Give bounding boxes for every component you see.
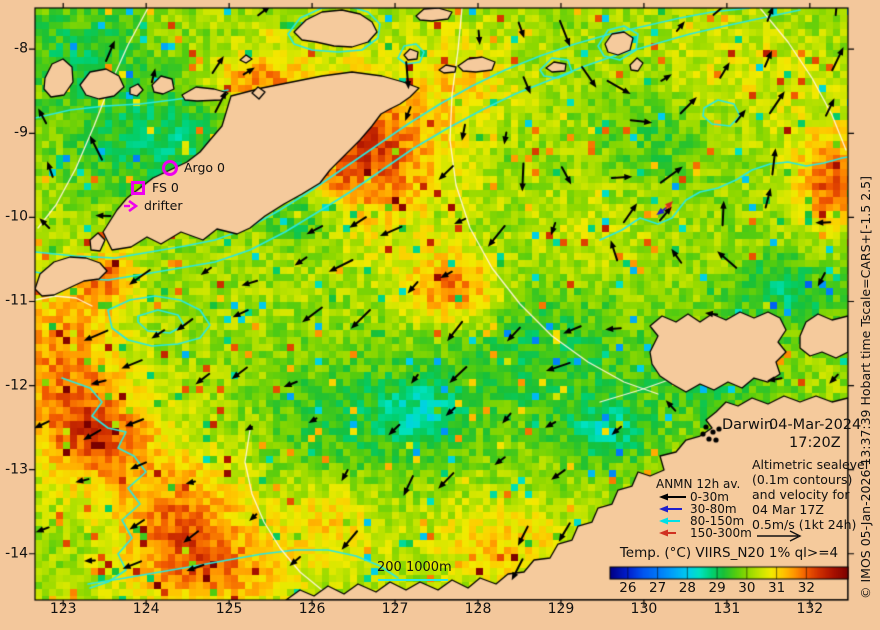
colorbar-tick-label: 29 <box>708 580 726 596</box>
argo-float-icon <box>162 160 178 176</box>
x-tick-label: 125 <box>215 601 243 617</box>
fs-label: FS 0 <box>152 180 179 195</box>
x-tick-label: 130 <box>630 601 658 617</box>
colorbar-tick-label: 30 <box>738 580 756 596</box>
x-tick-label: 132 <box>796 601 824 617</box>
map-time: 17:20Z <box>789 435 841 451</box>
colorbar-tick-label: 28 <box>678 580 696 596</box>
altimetric-text-line: 04 Mar 17Z <box>752 502 824 517</box>
bathymetry-legend-label: 200 1000m <box>377 560 452 575</box>
credit-text: © IMOS 05-Jan-2026 13:37:39 Hobart time … <box>858 176 873 599</box>
altimetric-text-line: Altimetric sealevel <box>752 457 869 472</box>
y-tick-label: -11 <box>5 293 28 310</box>
x-tick-label: 131 <box>713 601 741 617</box>
y-tick-label: -12 <box>5 377 28 394</box>
y-tick-label: -10 <box>5 209 28 226</box>
colorbar-tick-label: 32 <box>797 580 815 596</box>
map-date: 04-Mar-2024 <box>769 417 862 433</box>
place-label-darwin: Darwin <box>722 417 774 433</box>
x-tick-label: 129 <box>547 601 575 617</box>
colorbar-title: Temp. (°C) VIIRS_N20 1% ql>=4 <box>619 545 839 561</box>
x-tick-label: 126 <box>298 601 326 617</box>
altimetric-text-line: and velocity for <box>752 487 850 502</box>
anmn-depth-row: 150-300m <box>658 527 752 540</box>
colorbar-tick-label: 27 <box>649 580 667 596</box>
x-tick-label: 128 <box>464 601 492 617</box>
x-tick-label: 127 <box>381 601 409 617</box>
current-arrow-icon <box>659 529 676 537</box>
altimetric-text-line: (0.1m contours) <box>752 472 853 487</box>
x-tick-label: 123 <box>49 601 77 617</box>
colorbar-tick-label: 31 <box>768 580 786 596</box>
drifter-label: drifter <box>144 198 183 213</box>
fs-mooring-icon <box>131 181 145 195</box>
drifter-icon <box>124 200 138 212</box>
sst-map-figure: 123 124 125 126 127 128 129 130 131 132 -8 -9 -10 -1… <box>0 0 880 630</box>
y-tick-label: -9 <box>14 124 28 141</box>
current-arrow-icon <box>659 505 682 513</box>
velocity-scale-arrow <box>757 530 802 542</box>
current-arrow-icon <box>659 493 686 501</box>
y-tick-label: -14 <box>5 545 28 562</box>
argo-label: Argo 0 <box>184 160 225 175</box>
colorbar-tick-label: 26 <box>619 580 637 596</box>
y-tick-label: -13 <box>5 461 28 478</box>
x-tick-label: 124 <box>132 601 160 617</box>
bathymetry-legend-line <box>378 579 448 581</box>
current-arrow-icon <box>659 517 680 525</box>
y-tick-label: -8 <box>14 40 28 57</box>
anmn-depth-label: 150-300m <box>690 526 752 540</box>
anmn-legend-title: ANMN 12h av. <box>656 477 741 491</box>
